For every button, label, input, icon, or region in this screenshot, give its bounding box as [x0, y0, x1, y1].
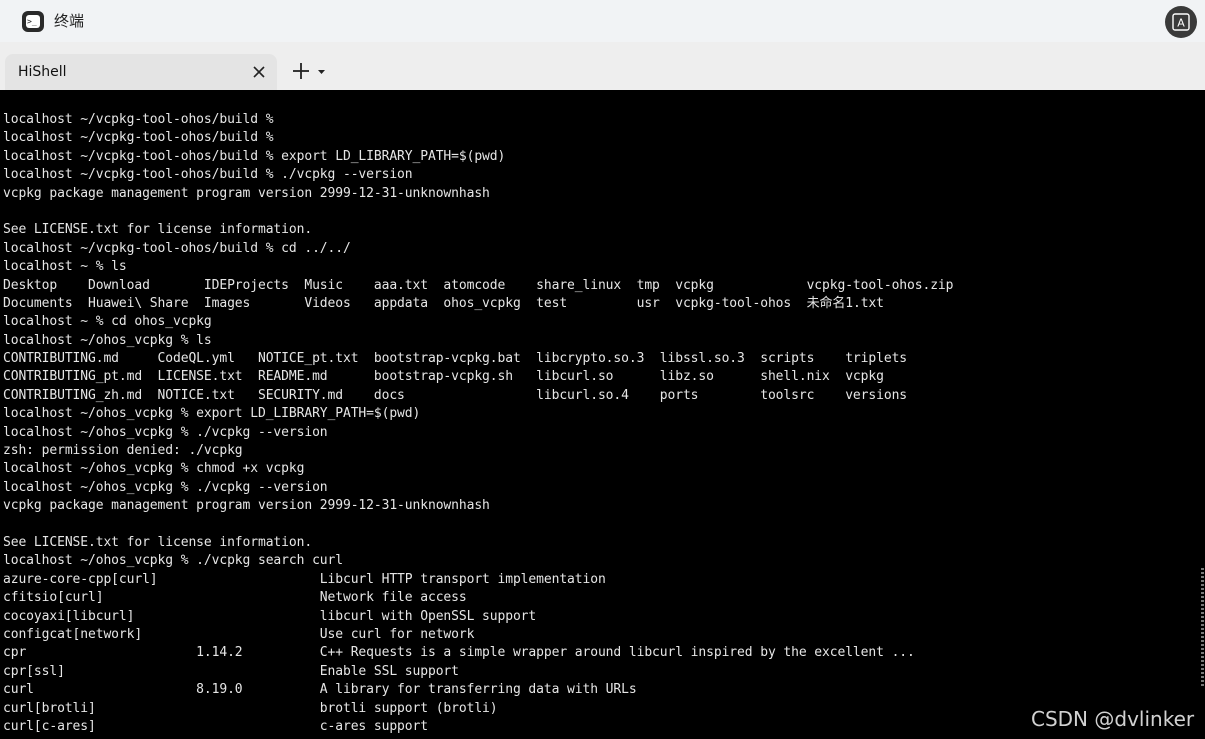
title-bar: >_ 终端 A: [0, 0, 1205, 42]
terminal-line: vcpkg package management program version…: [3, 185, 490, 201]
terminal-app-icon: >_: [22, 11, 44, 32]
terminal-line: localhost ~ % cd ohos_vcpkg: [3, 314, 212, 330]
terminal-output[interactable]: localhost ~/vcpkg-tool-ohos/build % local…: [0, 90, 1205, 739]
plus-icon: [293, 63, 309, 79]
terminal-line: vcpkg package management program version…: [3, 498, 490, 514]
terminal-line: cfitsio[curl] Network file access: [3, 590, 467, 606]
scrollbar[interactable]: [1201, 568, 1204, 688]
terminal-line: cpr 1.14.2 C++ Requests is a simple wrap…: [3, 645, 915, 661]
tab-label: HiShell: [18, 64, 67, 80]
translate-icon: A: [1172, 13, 1190, 31]
terminal-line: CONTRIBUTING_pt.md LICENSE.txt README.md…: [3, 369, 884, 385]
close-icon[interactable]: [251, 64, 267, 80]
tab-bar: HiShell: [0, 42, 1205, 90]
terminal-line: localhost ~/ohos_vcpkg % ./vcpkg --versi…: [3, 424, 328, 440]
chevron-down-icon[interactable]: [318, 70, 325, 74]
terminal-line: localhost ~/ohos_vcpkg % ./vcpkg search …: [3, 553, 343, 569]
terminal-line: See LICENSE.txt for license information.: [3, 222, 313, 238]
terminal-line: azure-core-cpp[curl] Libcurl HTTP transp…: [3, 571, 606, 587]
terminal-line: localhost ~/vcpkg-tool-ohos/build %: [3, 112, 274, 127]
terminal-line: CONTRIBUTING.md CodeQL.yml NOTICE_pt.txt…: [3, 351, 908, 367]
terminal-lines: localhost ~/vcpkg-tool-ohos/build % local…: [3, 111, 953, 736]
terminal-line: localhost ~ % ls: [3, 259, 127, 275]
svg-text:A: A: [1177, 17, 1185, 30]
terminal-line: cocoyaxi[libcurl] libcurl with OpenSSL s…: [3, 608, 537, 624]
terminal-line: CONTRIBUTING_zh.md NOTICE.txt SECURITY.m…: [3, 387, 908, 403]
window-title: 终端: [54, 12, 85, 30]
terminal-line: Desktop Download IDEProjects Music aaa.t…: [3, 277, 954, 293]
terminal-line: localhost ~/ohos_vcpkg % ./vcpkg --versi…: [3, 479, 328, 495]
terminal-line: localhost ~/ohos_vcpkg % export LD_LIBRA…: [3, 406, 421, 422]
terminal-prompt-glyph: >_: [26, 15, 40, 28]
terminal-line: localhost ~/vcpkg-tool-ohos/build % cd .…: [3, 240, 351, 256]
terminal-line: zsh: permission denied: ./vcpkg: [3, 443, 243, 459]
terminal-line: localhost ~/ohos_vcpkg % ls: [3, 332, 212, 348]
terminal-line: localhost ~/vcpkg-tool-ohos/build % expo…: [3, 148, 506, 164]
terminal-line: curl 8.19.0 A library for transferring d…: [3, 682, 637, 698]
terminal-line: localhost ~/vcpkg-tool-ohos/build % ./vc…: [3, 167, 413, 183]
terminal-line: See LICENSE.txt for license information.: [3, 534, 313, 550]
tab-hishell[interactable]: HiShell: [5, 54, 277, 90]
terminal-line: cpr[ssl] Enable SSL support: [3, 663, 459, 679]
translate-button[interactable]: A: [1165, 6, 1197, 38]
terminal-line: configcat[network] Use curl for network: [3, 626, 475, 642]
terminal-line: curl[brotli] brotli support (brotli): [3, 700, 498, 716]
terminal-line: curl[c-ares] c-ares support: [3, 718, 428, 734]
terminal-line: Documents Huawei\ Share Images Videos ap…: [3, 295, 884, 311]
new-tab-button[interactable]: [290, 60, 330, 84]
terminal-line: localhost ~/ohos_vcpkg % chmod +x vcpkg: [3, 461, 305, 477]
watermark: CSDN @dvlinker: [1031, 707, 1195, 731]
terminal-line: localhost ~/vcpkg-tool-ohos/build %: [3, 130, 274, 146]
